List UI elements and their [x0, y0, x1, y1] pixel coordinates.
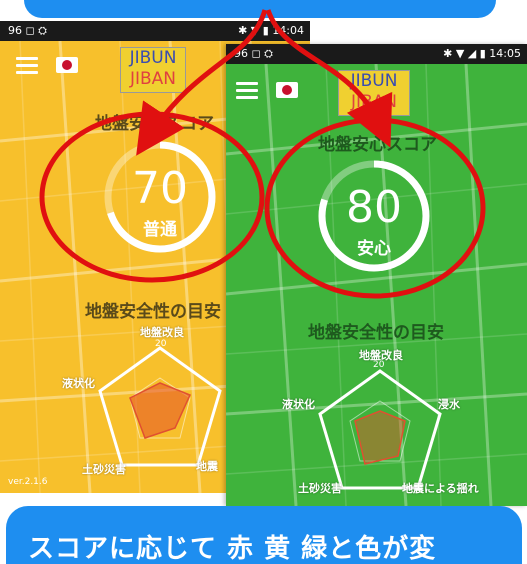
score-title: 地盤安心スコア [318, 135, 437, 155]
green-app-screen: 96 ◻ ⛭ ✱ ▼ ◢ ▮ 14:05 JIBUN JIBAN 地盤安心スコア… [226, 44, 527, 506]
score-title: 地盤安心スコア [95, 114, 214, 134]
score-value: 70 [132, 163, 188, 214]
top-annotation-banner [24, 0, 496, 18]
radar-tick: 20 [155, 339, 167, 349]
caption-text: スコアに応じて 赤 黄 緑と色が変 [28, 534, 437, 564]
score-value: 80 [346, 182, 402, 233]
radar-label-bottom-left: 土砂災害 [82, 463, 126, 476]
radar-label-left: 液状化 [282, 398, 315, 411]
status-right: ✱ ▼ ▮ 14:04 [238, 24, 304, 37]
version-label: ver.2.1.6 [8, 477, 48, 487]
radar-label-top: 地盤改良 [140, 326, 184, 339]
radar-chart [318, 369, 442, 490]
status-left: 96 ◻ ⛭ [234, 47, 273, 60]
status-left: 96 ◻ ⛭ [8, 24, 47, 37]
radar-label-top: 地盤改良 [359, 349, 403, 362]
jibun-jiban-logo: JIBUN JIBAN [338, 70, 410, 116]
logo-line2: JIBAN [129, 69, 177, 89]
score-gauge: 70 普通 [100, 137, 220, 257]
jibun-jiban-logo: JIBUN JIBAN [120, 47, 186, 93]
radar-label-left: 液状化 [62, 377, 95, 390]
logo-line2: JIBAN [350, 92, 398, 112]
radar-title: 地盤安全性の目安 [85, 302, 221, 322]
radar-label-right: 浸水 [438, 398, 460, 411]
hamburger-menu-icon[interactable] [236, 82, 258, 99]
radar-label-bottom-right: 地震 [196, 460, 218, 473]
japan-flag-icon[interactable] [56, 57, 78, 73]
score-label: 普通 [143, 220, 177, 240]
radar-label-bottom-right: 地震による揺れ [402, 482, 479, 495]
status-right: ✱ ▼ ◢ ▮ 14:05 [443, 47, 521, 60]
logo-line1: JIBUN [129, 48, 177, 68]
japan-flag-icon[interactable] [276, 82, 298, 98]
score-gauge: 80 安心 [314, 156, 434, 276]
radar-title: 地盤安全性の目安 [308, 323, 444, 343]
score-label: 安心 [357, 239, 391, 259]
caption-banner: スコアに応じて 赤 黄 緑と色が変 [6, 506, 522, 564]
logo-line1: JIBUN [350, 71, 398, 91]
status-bar: 96 ◻ ⛭ ✱ ▼ ▮ 14:04 [0, 21, 310, 41]
radar-chart [98, 346, 222, 467]
status-bar: 96 ◻ ⛭ ✱ ▼ ◢ ▮ 14:05 [226, 44, 527, 64]
hamburger-menu-icon[interactable] [16, 57, 38, 74]
radar-label-bottom-left: 土砂災害 [298, 482, 342, 495]
